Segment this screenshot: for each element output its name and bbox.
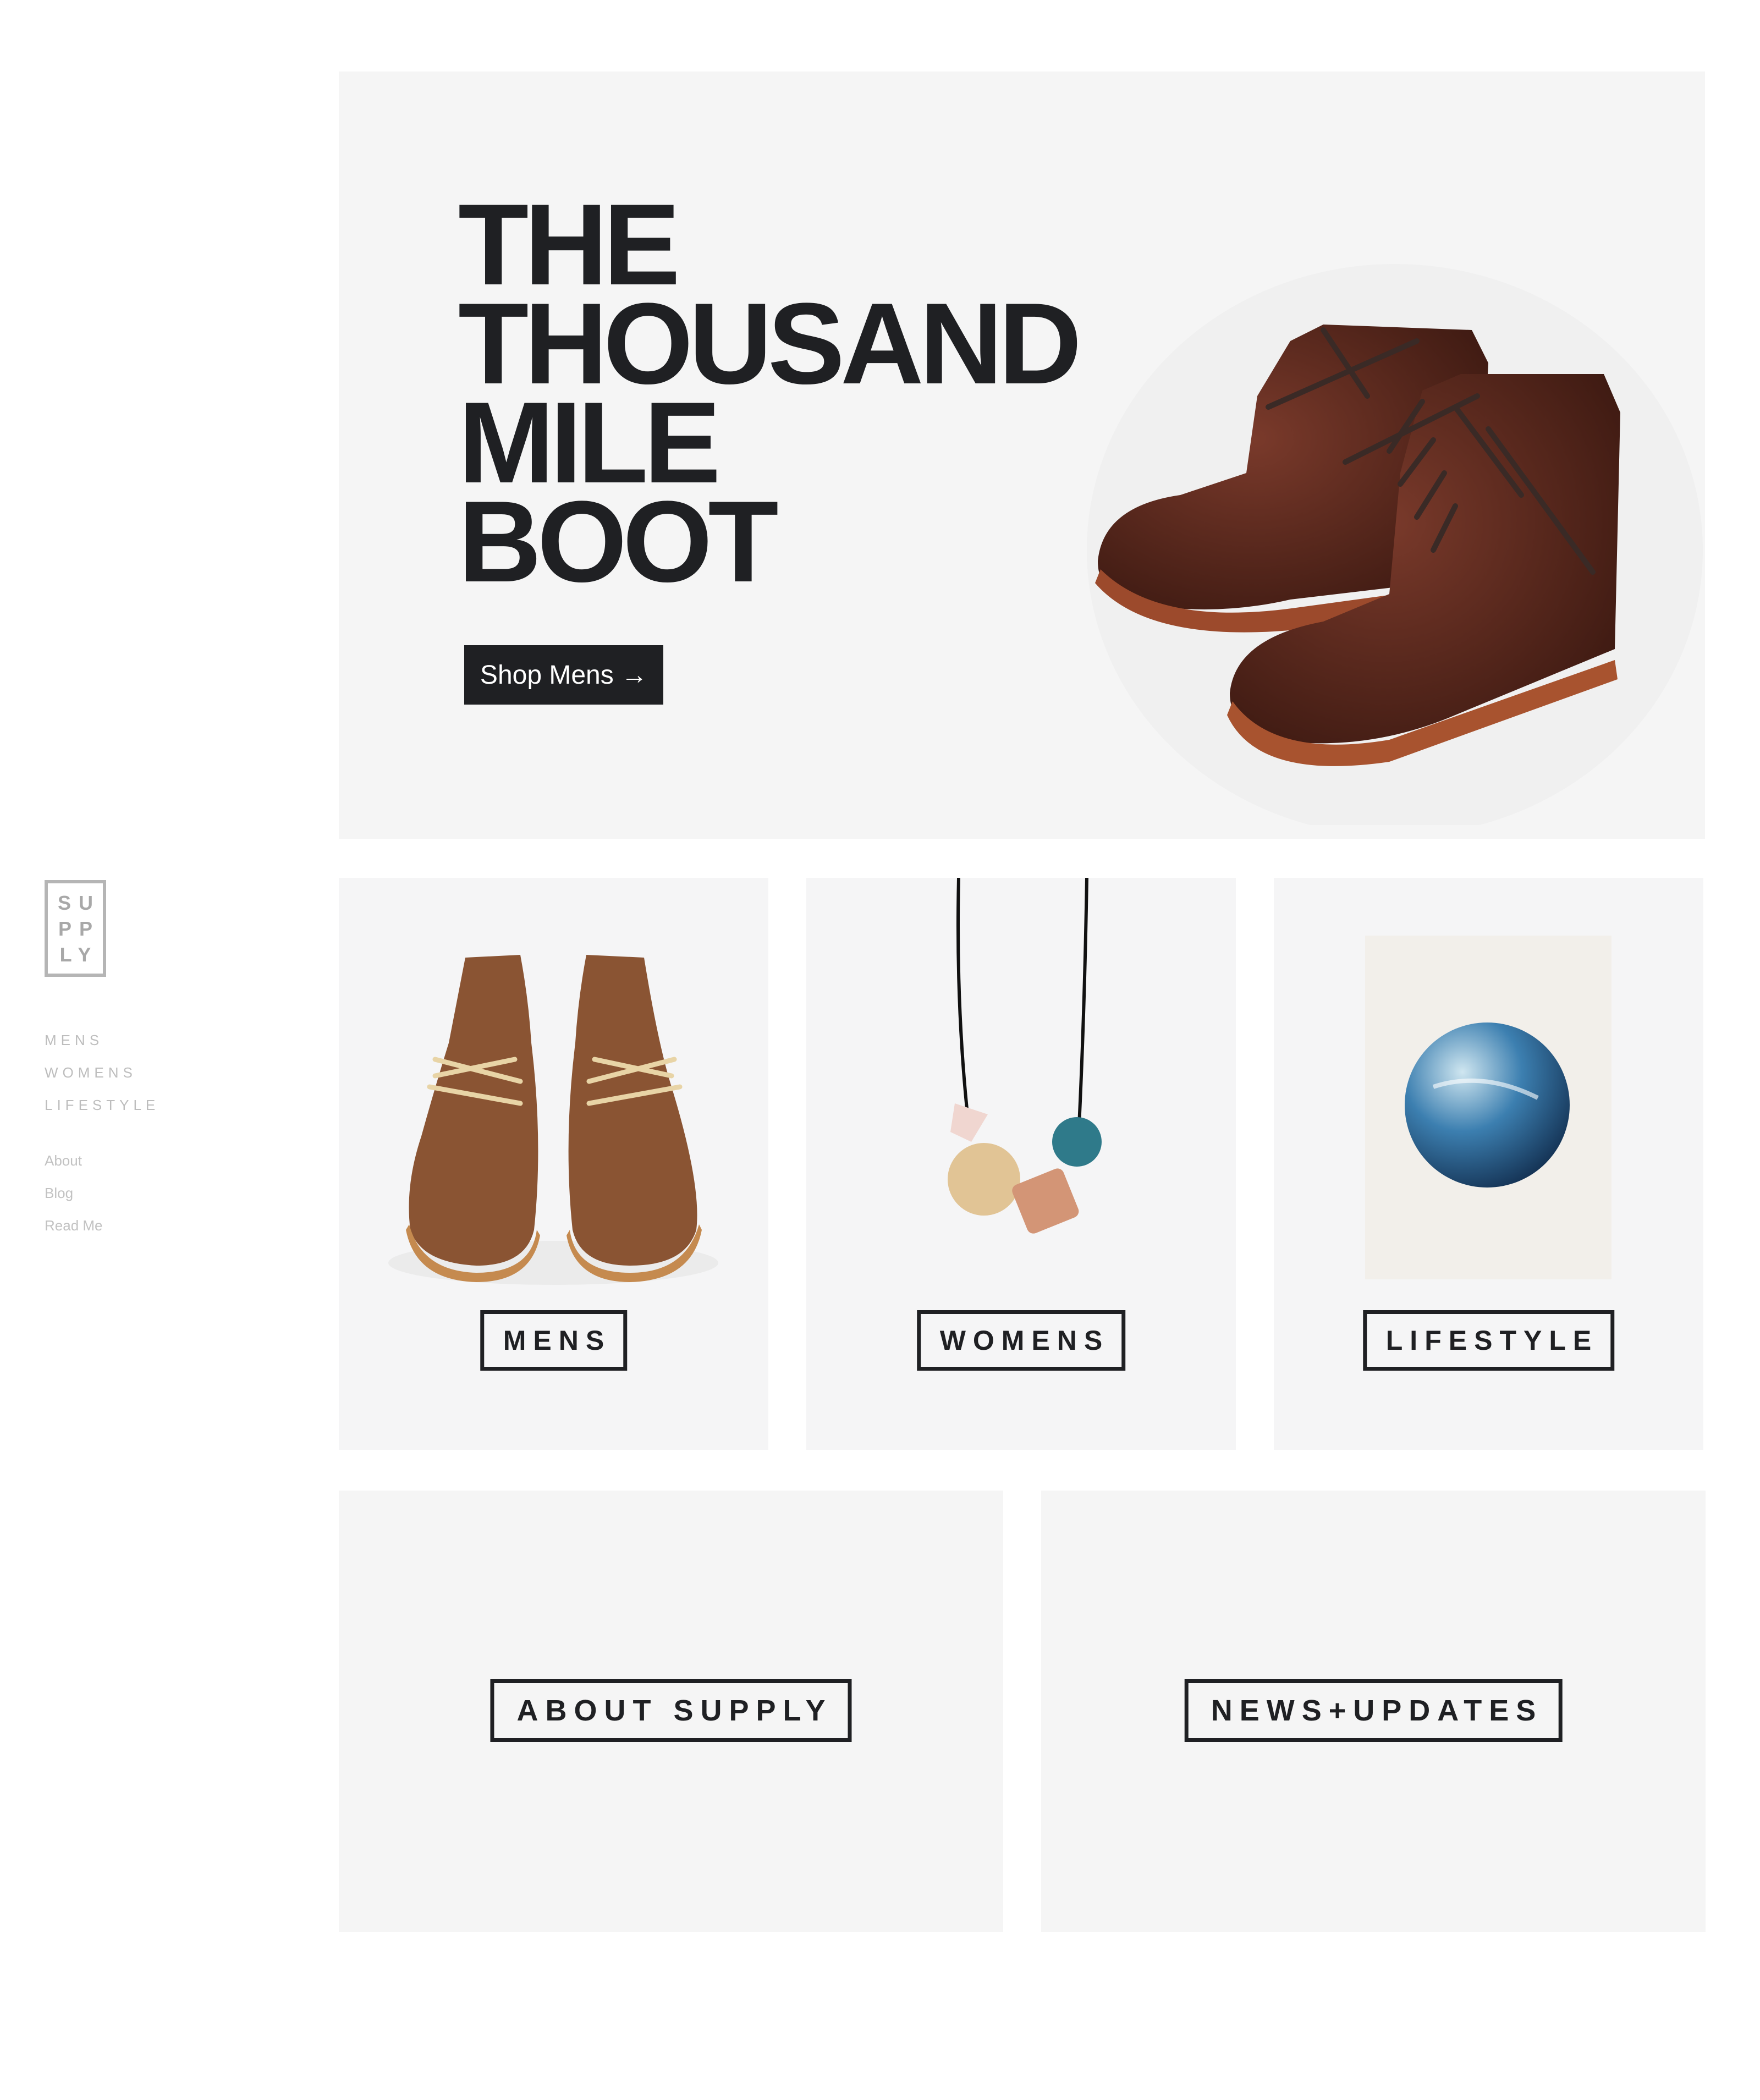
logo-line-1: SU <box>57 891 101 914</box>
lifestyle-label: LIFESTYLE <box>1362 1310 1615 1371</box>
hero-title-line-4: BOOT <box>458 477 779 606</box>
hero-banner: THE THOUSAND MILE BOOT Shop Mens → <box>339 72 1705 839</box>
nav-link-read-me[interactable]: Read Me <box>45 1210 103 1242</box>
boots-image <box>1087 264 1703 825</box>
about-supply-label: ABOUT SUPPLY <box>490 1679 852 1742</box>
secondary-nav: About Blog Read Me <box>45 1145 103 1242</box>
news-updates-block[interactable]: NEWS+UPDATES <box>1041 1491 1706 1932</box>
logo-line-3: LY <box>59 943 99 966</box>
primary-nav: MENS WOMENS LIFESTYLE <box>45 1024 160 1122</box>
mens-shoes-image <box>388 955 718 1285</box>
logo-line-2: PP <box>58 917 101 940</box>
supply-logo[interactable]: SU PP LY <box>45 880 106 977</box>
nav-link-mens[interactable]: MENS <box>45 1024 160 1057</box>
nav-link-about[interactable]: About <box>45 1145 103 1177</box>
shop-mens-button[interactable]: Shop Mens → <box>464 645 663 705</box>
nav-link-womens[interactable]: WOMENS <box>45 1057 160 1089</box>
category-tile-mens[interactable]: MENS <box>339 878 768 1450</box>
womens-label: WOMENS <box>916 1310 1126 1371</box>
category-tile-lifestyle[interactable]: LIFESTYLE <box>1274 878 1703 1450</box>
nav-link-lifestyle[interactable]: LIFESTYLE <box>45 1089 160 1122</box>
print-image <box>1365 936 1612 1279</box>
category-tile-womens[interactable]: WOMENS <box>806 878 1236 1450</box>
about-supply-block[interactable]: ABOUT SUPPLY <box>339 1491 1003 1932</box>
news-updates-label: NEWS+UPDATES <box>1184 1679 1563 1742</box>
nav-link-blog[interactable]: Blog <box>45 1177 103 1210</box>
hero-title: THE THOUSAND MILE BOOT <box>458 187 1082 606</box>
necklace-image <box>948 878 1102 1234</box>
mens-label: MENS <box>480 1310 628 1371</box>
